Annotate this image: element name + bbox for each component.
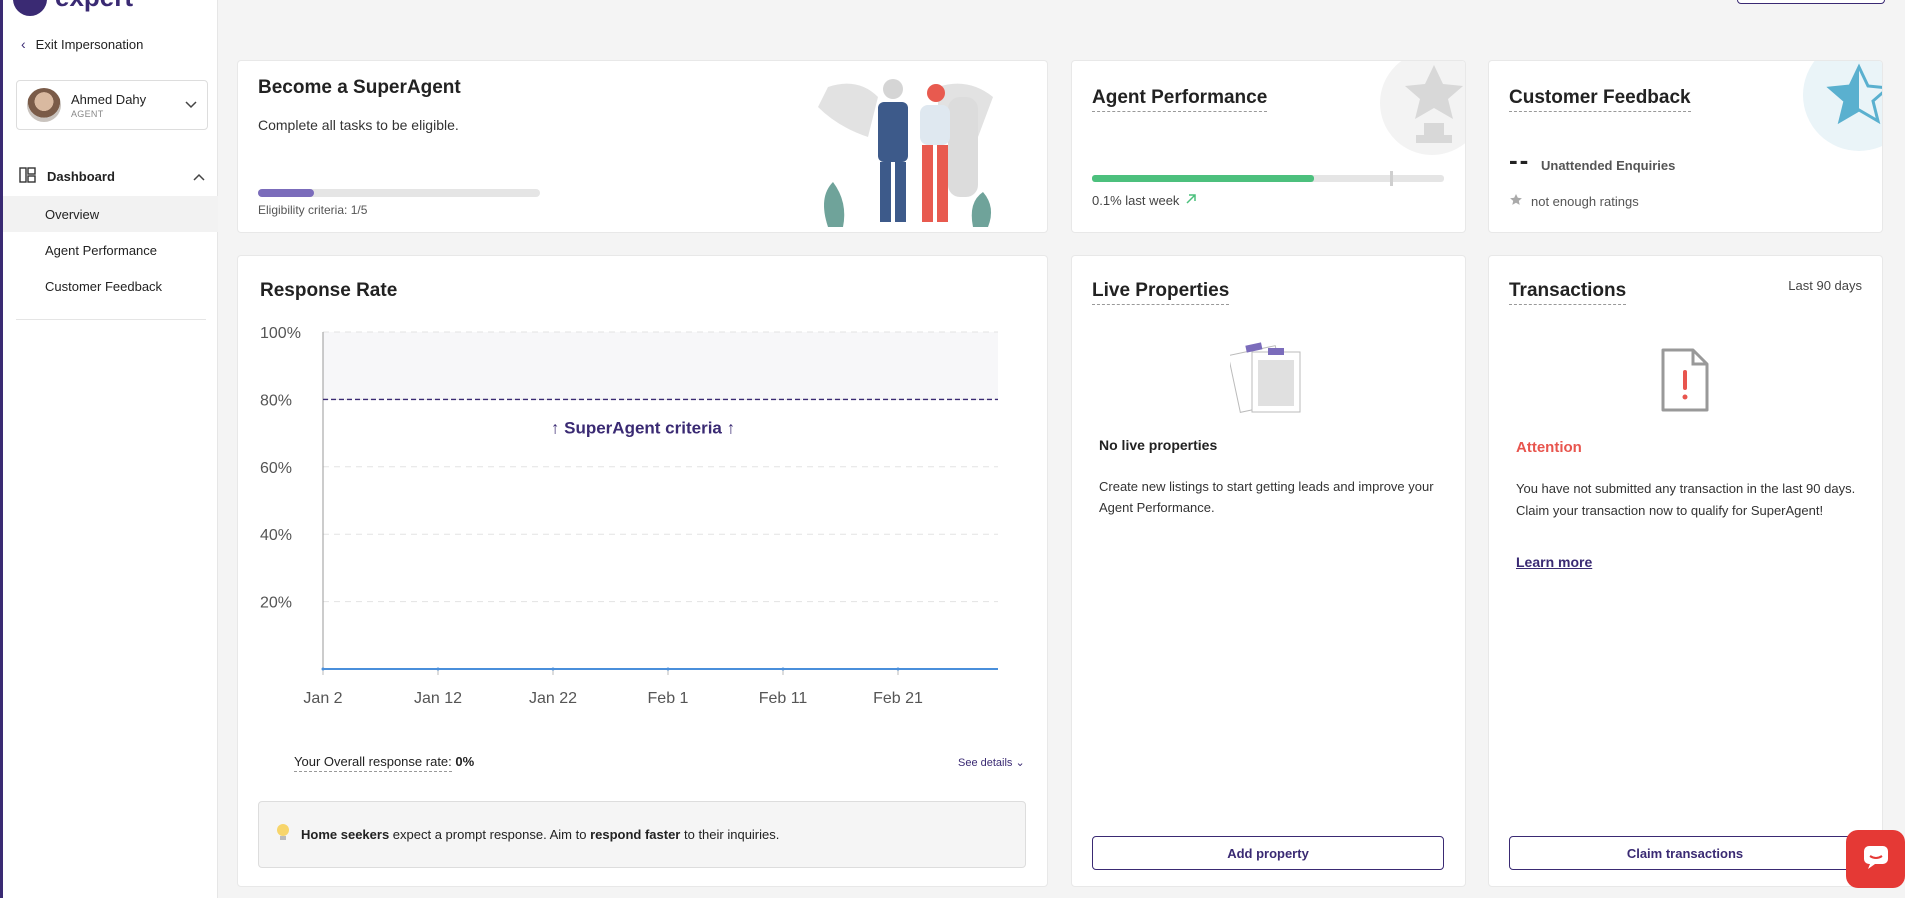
sidebar: expert ‹ Exit Impersonation Ahmed Dahy A…: [0, 0, 218, 898]
superagent-title: Become a SuperAgent: [258, 77, 461, 98]
transactions-message: You have not submitted any transaction i…: [1516, 481, 1856, 518]
rating-status: not enough ratings: [1509, 193, 1639, 210]
claim-transactions-button[interactable]: Claim transactions: [1509, 836, 1861, 870]
agent-performance-trend-label: 0.1% last week: [1092, 193, 1180, 208]
superagent-card: Become a SuperAgent Complete all tasks t…: [237, 60, 1048, 233]
chart-x-tick-label: Feb 1: [648, 690, 689, 707]
response-tip-text: Home seekers expect a prompt response. A…: [301, 827, 779, 842]
chart-reference-label: ↑ SuperAgent criteria ↑: [551, 418, 735, 437]
chart-y-tick-label: 100%: [260, 325, 301, 342]
customer-feedback-title: Customer Feedback: [1509, 87, 1691, 112]
transactions-card: Transactions Last 90 days Attention You …: [1488, 255, 1883, 887]
chart-x-tick-label: Jan 2: [303, 690, 342, 707]
customer-feedback-card[interactable]: Customer Feedback -- Unattended Enquirie…: [1488, 60, 1883, 233]
chart-x-tick-label: Feb 11: [759, 690, 808, 707]
eligibility-progress-bar: [258, 189, 540, 197]
chart-target-band: [323, 332, 998, 400]
tip-strong-1: Home seekers: [301, 827, 390, 842]
trend-up-arrow-icon: [1185, 193, 1197, 208]
agent-performance-fill: [1092, 175, 1314, 182]
sidebar-divider: [16, 319, 206, 320]
sidebar-item-label: Overview: [45, 206, 100, 222]
response-rate-chart: 20% 40% 60% 80% 100% ↑ SuperAgent criteria ↑ J…: [260, 325, 998, 707]
chart-x-tick-label: Jan 22: [529, 690, 577, 707]
attention-label: Attention: [1516, 439, 1582, 456]
agent-performance-card[interactable]: Agent Performance 0.1% last week: [1071, 60, 1466, 233]
avatar: [27, 88, 61, 122]
overall-response-rate: Your Overall response rate: 0%: [294, 754, 474, 772]
chart-y-tick-label: 80%: [260, 392, 292, 409]
see-details-label: See details: [958, 757, 1013, 769]
response-rate-card: Response Rate 20% 40% 60% 80% 100% ↑ SuperAge…: [237, 255, 1048, 887]
chart-y-tick-label: 40%: [260, 527, 292, 544]
chevron-left-icon: ‹: [21, 36, 26, 52]
rating-status-label: not enough ratings: [1531, 194, 1639, 209]
no-live-properties-desc: Create new listings to start getting lea…: [1099, 479, 1434, 515]
response-tip: Home seekers expect a prompt response. A…: [258, 801, 1026, 868]
unattended-enquiries-label: Unattended Enquiries: [1541, 158, 1676, 173]
overall-response-rate-value: 0%: [455, 754, 475, 769]
sidebar-item-agent-performance[interactable]: Agent Performance: [3, 232, 218, 268]
unattended-enquiries-value: --: [1509, 145, 1531, 175]
eligibility-criteria-label: Eligibility criteria: 1/5: [258, 203, 368, 217]
transactions-title: Transactions: [1509, 280, 1627, 305]
exit-impersonation-link[interactable]: ‹ Exit Impersonation: [21, 36, 143, 52]
tip-text-4: to their inquiries.: [680, 827, 780, 842]
add-property-button[interactable]: Add property: [1092, 836, 1444, 870]
chart-data-point: [781, 667, 785, 671]
chevron-down-icon: ⌄: [1015, 757, 1025, 769]
brand-logo[interactable]: expert: [13, 0, 133, 16]
chart-x-tick-label: Feb 21: [873, 690, 923, 707]
agent-performance-target-marker: [1390, 171, 1393, 186]
user-switcher[interactable]: Ahmed Dahy AGENT: [16, 80, 208, 130]
transactions-period: Last 90 days: [1788, 278, 1862, 293]
see-details-link[interactable]: See details ⌄: [958, 756, 1025, 769]
tip-text-2: expect a prompt response. Aim to: [389, 827, 591, 842]
overall-response-rate-label: Your Overall response rate:: [294, 754, 452, 772]
header-action-button[interactable]: [1737, 0, 1885, 4]
sidebar-item-label: Agent Performance: [45, 242, 158, 258]
no-live-properties-title: No live properties: [1099, 437, 1218, 453]
clipboard-icon: [1230, 342, 1301, 413]
document-alert-icon: [1661, 348, 1709, 412]
trophy-star-icon: [1380, 61, 1465, 155]
chat-launcher-button[interactable]: [1846, 830, 1905, 888]
chat-icon: [1862, 844, 1890, 875]
chart-data-point: [551, 667, 555, 671]
live-properties-title: Live Properties: [1092, 280, 1230, 305]
star-icon: [1509, 193, 1523, 210]
brand-logo-mark: [13, 0, 47, 16]
sidebar-item-customer-feedback[interactable]: Customer Feedback: [3, 268, 218, 304]
chevron-down-icon: [185, 98, 197, 112]
tip-strong-3: respond faster: [590, 827, 681, 842]
sidebar-section-label: Dashboard: [47, 169, 115, 184]
superagent-subtitle: Complete all tasks to be eligible.: [258, 117, 459, 133]
star-half-icon: [1803, 61, 1882, 151]
brand-logo-text: expert: [55, 0, 133, 13]
chart-data-point: [321, 667, 325, 671]
sidebar-item-label: Customer Feedback: [45, 278, 163, 294]
chart-y-tick-label: 60%: [260, 460, 292, 477]
superagent-illustration: [818, 79, 993, 227]
learn-more-link[interactable]: Learn more: [1516, 554, 1592, 570]
user-name: Ahmed Dahy: [71, 91, 147, 107]
sidebar-item-overview[interactable]: Overview: [3, 196, 218, 232]
dashboard-icon: [19, 166, 37, 187]
chevron-up-icon: [193, 170, 205, 184]
lightbulb-icon: [275, 823, 291, 846]
sidebar-section-dashboard[interactable]: Dashboard: [19, 166, 205, 187]
chart-data-point: [666, 667, 670, 671]
chart-x-tick-label: Jan 12: [414, 690, 462, 707]
chart-data-point: [896, 667, 900, 671]
live-properties-card: Live Properties No live properties Creat…: [1071, 255, 1466, 887]
chart-data-point: [436, 667, 440, 671]
user-role: AGENT: [71, 108, 104, 119]
chart-y-tick-label: 20%: [260, 595, 292, 612]
agent-performance-title: Agent Performance: [1092, 87, 1268, 112]
eligibility-progress-fill: [258, 189, 315, 197]
agent-performance-trend: 0.1% last week: [1092, 193, 1197, 208]
exit-impersonation-label: Exit Impersonation: [35, 36, 144, 52]
